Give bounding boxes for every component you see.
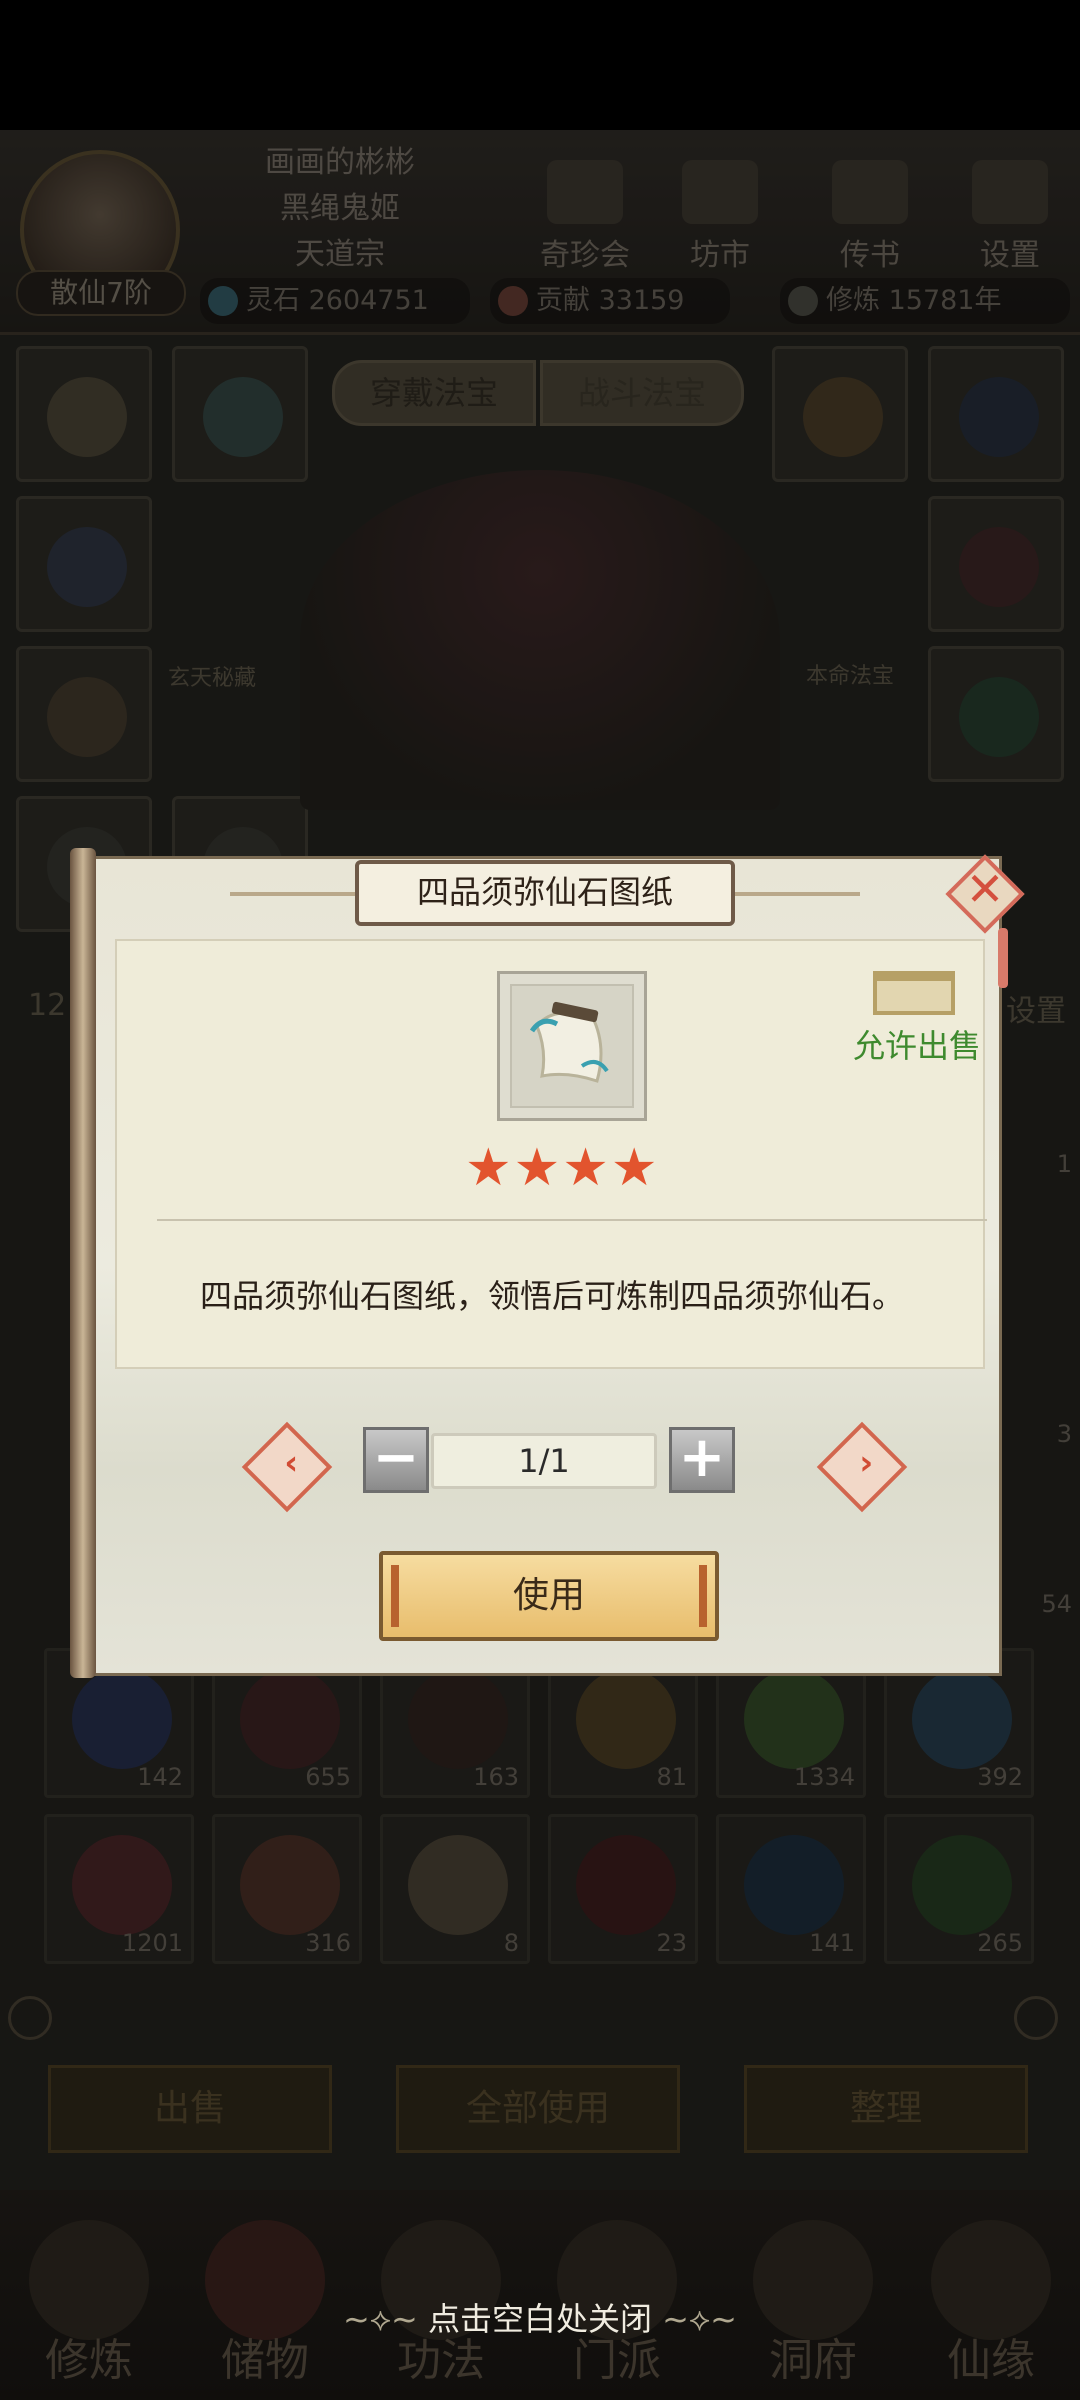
- tassel-ornament: [998, 928, 1008, 988]
- close-button[interactable]: ✕: [945, 854, 1025, 934]
- item-description: 四品须弥仙石图纸，领悟后可炼制四品须弥仙石。: [199, 1277, 904, 1315]
- quantity-display[interactable]: 1/1: [431, 1433, 657, 1489]
- dialog-panel: 允许出售 ★★★★ 四品须弥仙石图纸，领悟后可炼制四品须弥仙石。 ‹ − 1/1…: [92, 856, 1002, 1676]
- chevron-right-icon: ›: [859, 1442, 874, 1483]
- decrease-button[interactable]: −: [363, 1427, 429, 1493]
- tap-to-close-hint[interactable]: ~⟡~ 点击空白处关闭 ~⟡~: [0, 2294, 1080, 2340]
- scroll-blueprint-icon: [510, 984, 634, 1108]
- scroll-rod: [70, 848, 96, 1678]
- sellable-icon: [873, 971, 955, 1015]
- item-detail-dialog: 允许出售 ★★★★ 四品须弥仙石图纸，领悟后可炼制四品须弥仙石。 ‹ − 1/1…: [70, 848, 1025, 1678]
- sell-status: 允许出售: [852, 1027, 981, 1065]
- chevron-left-icon: ‹: [284, 1442, 299, 1483]
- title-ornament-left: [230, 892, 360, 896]
- prev-arrow-button[interactable]: ‹: [241, 1421, 333, 1513]
- increase-button[interactable]: +: [669, 1427, 735, 1493]
- divider: [157, 1219, 987, 1221]
- ornament-left-icon: ~⟡~: [343, 2300, 428, 2338]
- close-icon: ✕: [965, 862, 1005, 916]
- ornament-right-icon: ~⟡~: [652, 2300, 737, 2338]
- use-button[interactable]: 使用: [379, 1551, 719, 1641]
- next-arrow-button[interactable]: ›: [816, 1421, 908, 1513]
- item-icon: [497, 971, 647, 1121]
- dialog-title: 四品须弥仙石图纸: [355, 860, 735, 926]
- title-ornament-right: [730, 892, 860, 896]
- item-info-section: 允许出售 ★★★★ 四品须弥仙石图纸，领悟后可炼制四品须弥仙石。: [115, 939, 987, 1369]
- star-rating: ★★★★: [465, 1138, 660, 1198]
